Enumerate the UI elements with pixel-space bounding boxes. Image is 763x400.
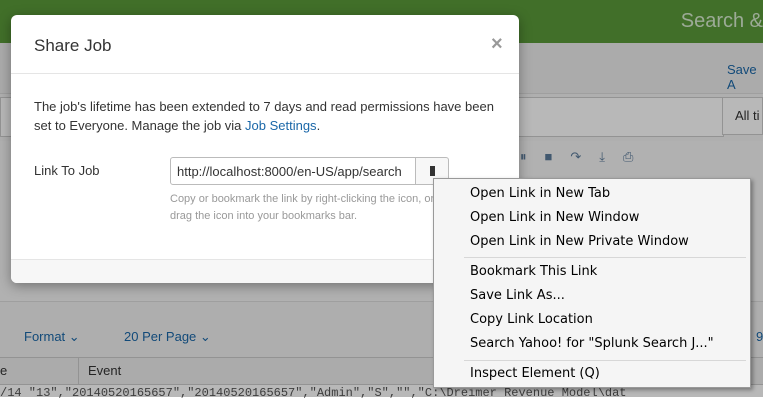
close-icon[interactable]: × (491, 33, 503, 56)
menu-item-bookmark-link[interactable]: Bookmark This Link (470, 264, 597, 279)
menu-separator (464, 360, 746, 361)
menu-item-open-private-window[interactable]: Open Link in New Private Window (470, 234, 689, 249)
menu-item-open-new-tab[interactable]: Open Link in New Tab (470, 186, 610, 201)
menu-item-search-yahoo[interactable]: Search Yahoo! for "Splunk Search J..." (470, 336, 714, 351)
job-settings-link[interactable]: Job Settings (245, 118, 317, 133)
menu-separator (464, 257, 746, 258)
menu-item-open-new-window[interactable]: Open Link in New Window (470, 210, 639, 225)
link-help-text: Copy or bookmark the link by right-click… (170, 193, 435, 222)
modal-title: Share Job (34, 36, 112, 55)
menu-item-save-link-as[interactable]: Save Link As... (470, 288, 565, 303)
link-to-job-label: Link To Job (34, 163, 100, 178)
modal-description: The job's lifetime has been extended to … (34, 97, 494, 135)
link-to-job-field[interactable] (170, 157, 416, 185)
browser-context-menu: Open Link in New Tab Open Link in New Wi… (433, 178, 751, 388)
description-end: . (316, 118, 321, 133)
menu-item-copy-link-location[interactable]: Copy Link Location (470, 312, 593, 327)
menu-item-inspect-element[interactable]: Inspect Element (Q) (470, 366, 600, 381)
bookmark-icon (430, 166, 435, 176)
